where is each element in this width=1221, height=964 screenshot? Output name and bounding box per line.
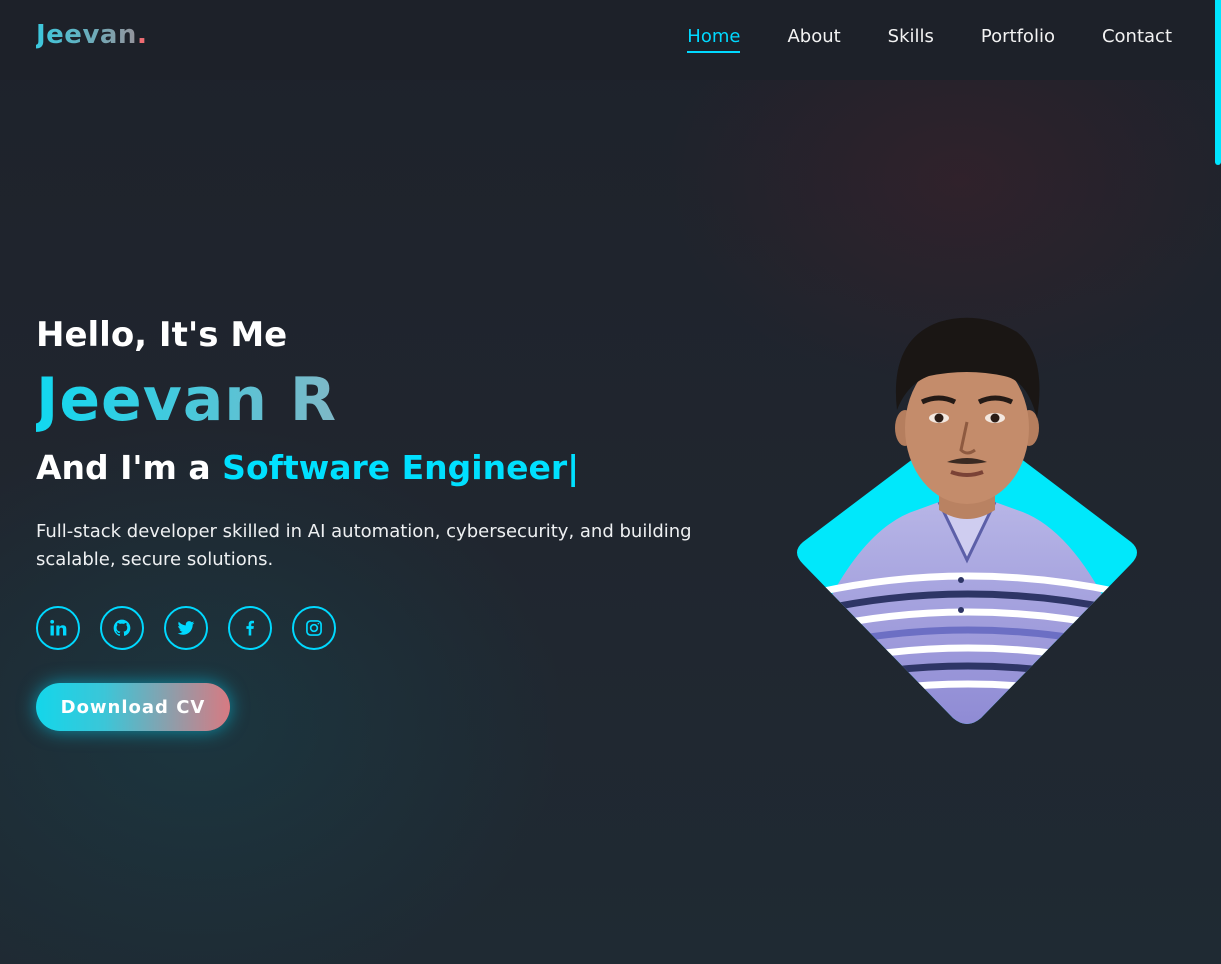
hero-greeting: Hello, It's Me [36,315,288,355]
linkedin-link[interactable] [36,606,80,650]
social-links [36,606,336,650]
download-cv-button[interactable]: Download CV [36,683,230,731]
github-icon [113,619,131,636]
logo-text: Jeevan [36,20,137,50]
instagram-link[interactable] [292,606,336,650]
nav-link-about[interactable]: About [787,26,840,53]
twitter-icon [177,621,195,635]
nav-links: Home About Skills Portfolio Contact [687,26,1172,53]
hero-description: Full-stack developer skilled in AI autom… [36,521,692,570]
hero-role-prefix: And I'm a [36,448,223,487]
instagram-icon [306,620,322,636]
nav-link-home[interactable]: Home [687,26,741,53]
logo-dot: . [136,20,148,50]
hero-role-word: Software Engineer [222,448,568,487]
facebook-icon [246,620,254,636]
navbar: Jeevan. Home About Skills Portfolio Cont… [0,0,1214,80]
typing-cursor: | [567,448,580,487]
nav-link-skills[interactable]: Skills [888,26,934,53]
hero-name: Jeevan R [36,365,338,435]
hero-role: And I'm a Software Engineer| [36,448,579,487]
scrollbar-thumb[interactable] [1215,0,1221,165]
nav-link-portfolio[interactable]: Portfolio [981,26,1055,53]
facebook-link[interactable] [228,606,272,650]
github-link[interactable] [100,606,144,650]
twitter-link[interactable] [164,606,208,650]
nav-link-contact[interactable]: Contact [1102,26,1172,53]
site-logo[interactable]: Jeevan. [36,20,147,50]
scrollbar[interactable] [1214,0,1221,964]
linkedin-icon [50,619,67,636]
profile-photo [797,317,1137,724]
